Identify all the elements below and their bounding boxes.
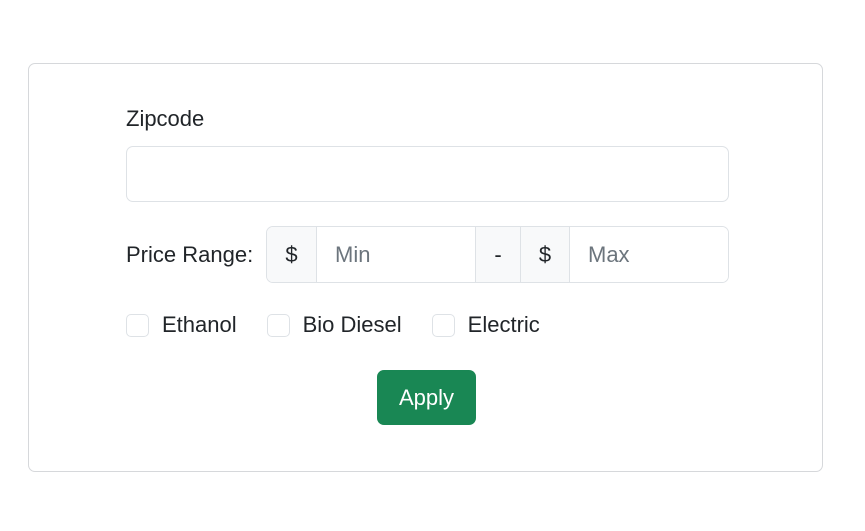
price-range-input-group: $ - $ (266, 226, 729, 283)
ethanol-checkbox-option[interactable]: Ethanol (126, 312, 237, 338)
bio-diesel-label[interactable]: Bio Diesel (303, 312, 402, 338)
max-currency-addon: $ (521, 227, 570, 282)
zipcode-input[interactable] (126, 146, 729, 202)
ethanol-label[interactable]: Ethanol (162, 312, 237, 338)
bio-diesel-checkbox[interactable] (266, 313, 290, 337)
price-range-row: Price Range: $ - $ (126, 226, 729, 283)
ethanol-checkbox[interactable] (126, 313, 149, 337)
filter-card: Zipcode Price Range: $ - $ Ethanol Bio D… (28, 63, 823, 472)
fuel-type-checkboxes: Ethanol Bio Diesel Electric (126, 310, 570, 340)
min-currency-addon: $ (267, 227, 317, 282)
range-separator: - (475, 227, 521, 282)
bio-diesel-checkbox-option[interactable]: Bio Diesel (266, 312, 402, 338)
electric-checkbox-option[interactable]: Electric (431, 312, 540, 338)
zipcode-label: Zipcode (126, 106, 205, 131)
apply-button[interactable]: Apply (377, 370, 476, 425)
min-price-input[interactable] (317, 227, 475, 282)
price-range-label: Price Range: (126, 241, 254, 267)
max-price-input[interactable] (570, 227, 728, 282)
electric-label[interactable]: Electric (468, 312, 540, 338)
electric-checkbox[interactable] (431, 313, 455, 337)
